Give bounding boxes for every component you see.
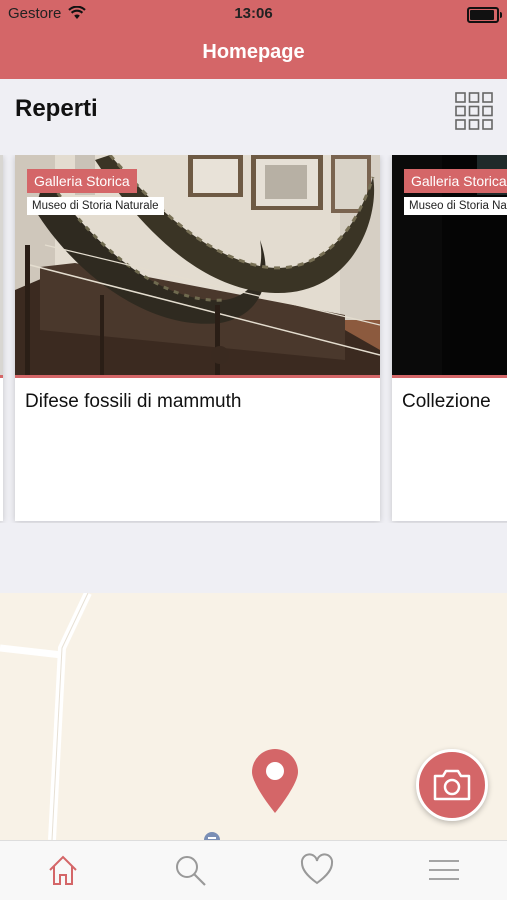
exhibit-carousel[interactable]: Galleria Storica Museo di Storia Natural… bbox=[0, 155, 507, 523]
camera-button[interactable] bbox=[416, 749, 488, 821]
tab-bar bbox=[0, 840, 507, 900]
exhibit-title: Collezione bbox=[402, 391, 491, 412]
exhibit-card[interactable]: Galleria Storica Museo di Storia Natural… bbox=[15, 155, 380, 521]
museum-tag: Museo di Storia Naturale bbox=[404, 197, 507, 215]
page-title: Homepage bbox=[202, 41, 305, 63]
exhibit-card-previous[interactable] bbox=[0, 155, 3, 521]
menu-icon[interactable] bbox=[427, 853, 461, 887]
heart-icon[interactable] bbox=[300, 853, 334, 887]
grid-view-icon[interactable] bbox=[455, 92, 493, 130]
section-title: Reperti bbox=[15, 95, 98, 122]
battery-icon bbox=[467, 7, 502, 23]
nav-bar: Homepage bbox=[0, 28, 507, 79]
card-accent-line bbox=[0, 375, 3, 378]
gallery-tag: Galleria Storica bbox=[27, 169, 137, 193]
card-accent-line bbox=[392, 375, 507, 378]
exhibit-photo bbox=[0, 155, 3, 377]
map-poi-icon bbox=[204, 832, 220, 840]
exhibit-title: Difese fossili di mammuth bbox=[25, 391, 242, 412]
status-bar: Gestore 13:06 bbox=[0, 0, 507, 28]
status-time: 13:06 bbox=[234, 5, 273, 22]
camera-icon bbox=[433, 769, 471, 801]
battery-fill bbox=[470, 10, 494, 20]
museum-tag: Museo di Storia Naturale bbox=[27, 197, 164, 215]
card-accent-line bbox=[15, 375, 380, 378]
gallery-tag: Galleria Storica bbox=[404, 169, 507, 193]
home-icon[interactable] bbox=[46, 853, 80, 887]
search-icon[interactable] bbox=[173, 853, 207, 887]
exhibit-card[interactable]: Galleria Storica Museo di Storia Natural… bbox=[392, 155, 507, 521]
location-pin-icon[interactable] bbox=[250, 749, 300, 815]
